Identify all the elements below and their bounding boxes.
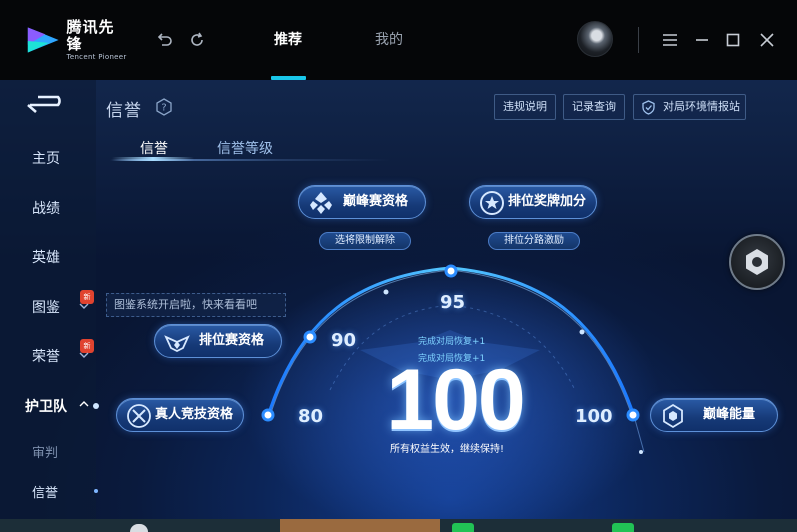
sidebar-item-label: 护卫队 [25, 399, 67, 415]
ranked-match-qualification-button[interactable]: 排位赛资格 [154, 324, 282, 358]
minimize-icon[interactable] [692, 30, 712, 50]
hexagon-nut-icon [746, 249, 768, 275]
sidebar-item-label: 荣誉 [32, 349, 60, 365]
rank-medal-bonus-button[interactable]: 排位奖牌加分 [469, 185, 597, 219]
environment-intel-button[interactable]: 对局环境情报站 [633, 94, 746, 120]
menu-icon[interactable] [660, 30, 680, 50]
pill-label: 真人竞技资格 [155, 407, 234, 422]
back-arrow-icon[interactable] [24, 94, 68, 116]
taskbar-app[interactable] [452, 523, 474, 532]
shield-icon [642, 100, 655, 115]
gauge-node-95 [444, 264, 458, 278]
chevron-down-icon[interactable] [79, 301, 89, 311]
sidebar-item-label: 主页 [32, 151, 60, 167]
gauge-mark-95: 95 [440, 292, 466, 313]
sidebar: 主页 战绩 英雄 图鉴 新 荣誉 新 护卫队 审判 信誉 [0, 80, 99, 532]
chevron-down-icon[interactable] [79, 350, 89, 360]
active-dot [93, 403, 99, 409]
environment-intel-label: 对局环境情报站 [663, 100, 740, 113]
sidebar-item-label: 信誉 [32, 486, 59, 501]
pill-label: 巅峰赛资格 [343, 194, 409, 209]
main-panel: 主页 战绩 英雄 图鉴 新 荣誉 新 护卫队 审判 信誉 图鉴系统开启啦，快来看… [0, 80, 797, 532]
logo-subtitle: Tencent Pioneer [66, 52, 127, 61]
star-badge-icon [480, 191, 504, 215]
gauge-node-80 [261, 408, 275, 422]
sidebar-item-label: 图鉴 [32, 300, 60, 316]
taskbar-app[interactable] [130, 524, 148, 532]
peak-match-qualification-button[interactable]: 巅峰赛资格 [298, 185, 426, 219]
app-logo: 腾讯先锋 Tencent Pioneer [24, 17, 128, 61]
subtab-credit[interactable]: 信誉 [140, 138, 168, 158]
subtab-active-indicator [112, 157, 194, 161]
swords-icon [127, 404, 151, 428]
sidebar-item-label: 英雄 [32, 250, 60, 266]
wing-emblem-icon [164, 335, 190, 353]
gauge-mark-100: 100 [575, 406, 613, 427]
sidebar-item-label: 战绩 [32, 201, 60, 217]
refresh-icon[interactable] [187, 30, 207, 50]
page-title: 信誉 [106, 101, 142, 121]
diamond-emblem-icon [310, 192, 332, 214]
taskbar-app[interactable] [612, 523, 634, 532]
undo-icon[interactable] [155, 30, 175, 50]
pill-label: 巅峰能量 [703, 407, 756, 422]
active-dot [94, 489, 98, 493]
subtab-credit-level[interactable]: 信誉等级 [217, 138, 273, 158]
chevron-up-icon[interactable] [79, 399, 89, 409]
hero-limit-removed-tag: 选将限制解除 [319, 232, 411, 250]
credit-status: 所有权益生效，继续保持! [390, 444, 505, 455]
avatar[interactable] [577, 21, 613, 57]
gauge-node-90 [303, 330, 317, 344]
tab-recommend[interactable]: 推荐 [274, 30, 302, 50]
title-divider [638, 27, 639, 53]
pill-label: 排位赛资格 [199, 333, 265, 348]
real-player-match-qualification-button[interactable]: 真人竞技资格 [116, 398, 244, 432]
codex-tooltip: 图鉴系统开启啦，快来看看吧 [106, 293, 286, 317]
help-icon[interactable]: ? [155, 98, 173, 116]
close-icon[interactable] [757, 30, 777, 50]
hexagon-energy-icon [663, 403, 683, 429]
logo-title: 腾讯先锋 [66, 17, 115, 53]
record-query-button[interactable]: 记录查询 [563, 94, 625, 120]
tencent-pioneer-logo-icon [27, 27, 59, 53]
recover-hint: 完成对局恢复+1 [418, 337, 486, 347]
credit-score: 100 [386, 352, 526, 448]
gauge-mark-80: 80 [298, 406, 324, 427]
floating-assistant-button[interactable] [729, 234, 785, 290]
sidebar-item-label: 审判 [32, 446, 59, 461]
lane-incentive-tag: 排位分路激励 [488, 232, 580, 250]
gauge-node-100 [626, 408, 640, 422]
tab-mine[interactable]: 我的 [375, 30, 403, 50]
maximize-icon[interactable] [723, 30, 743, 50]
gauge-mark-90: 90 [331, 330, 357, 351]
peak-energy-button[interactable]: 巅峰能量 [650, 398, 778, 432]
pill-label: 排位奖牌加分 [508, 194, 587, 209]
violation-info-button[interactable]: 违规说明 [494, 94, 556, 120]
title-bar: 腾讯先锋 Tencent Pioneer 推荐 我的 [0, 0, 797, 80]
svg-text:?: ? [161, 103, 166, 114]
taskbar-app[interactable] [280, 519, 440, 532]
